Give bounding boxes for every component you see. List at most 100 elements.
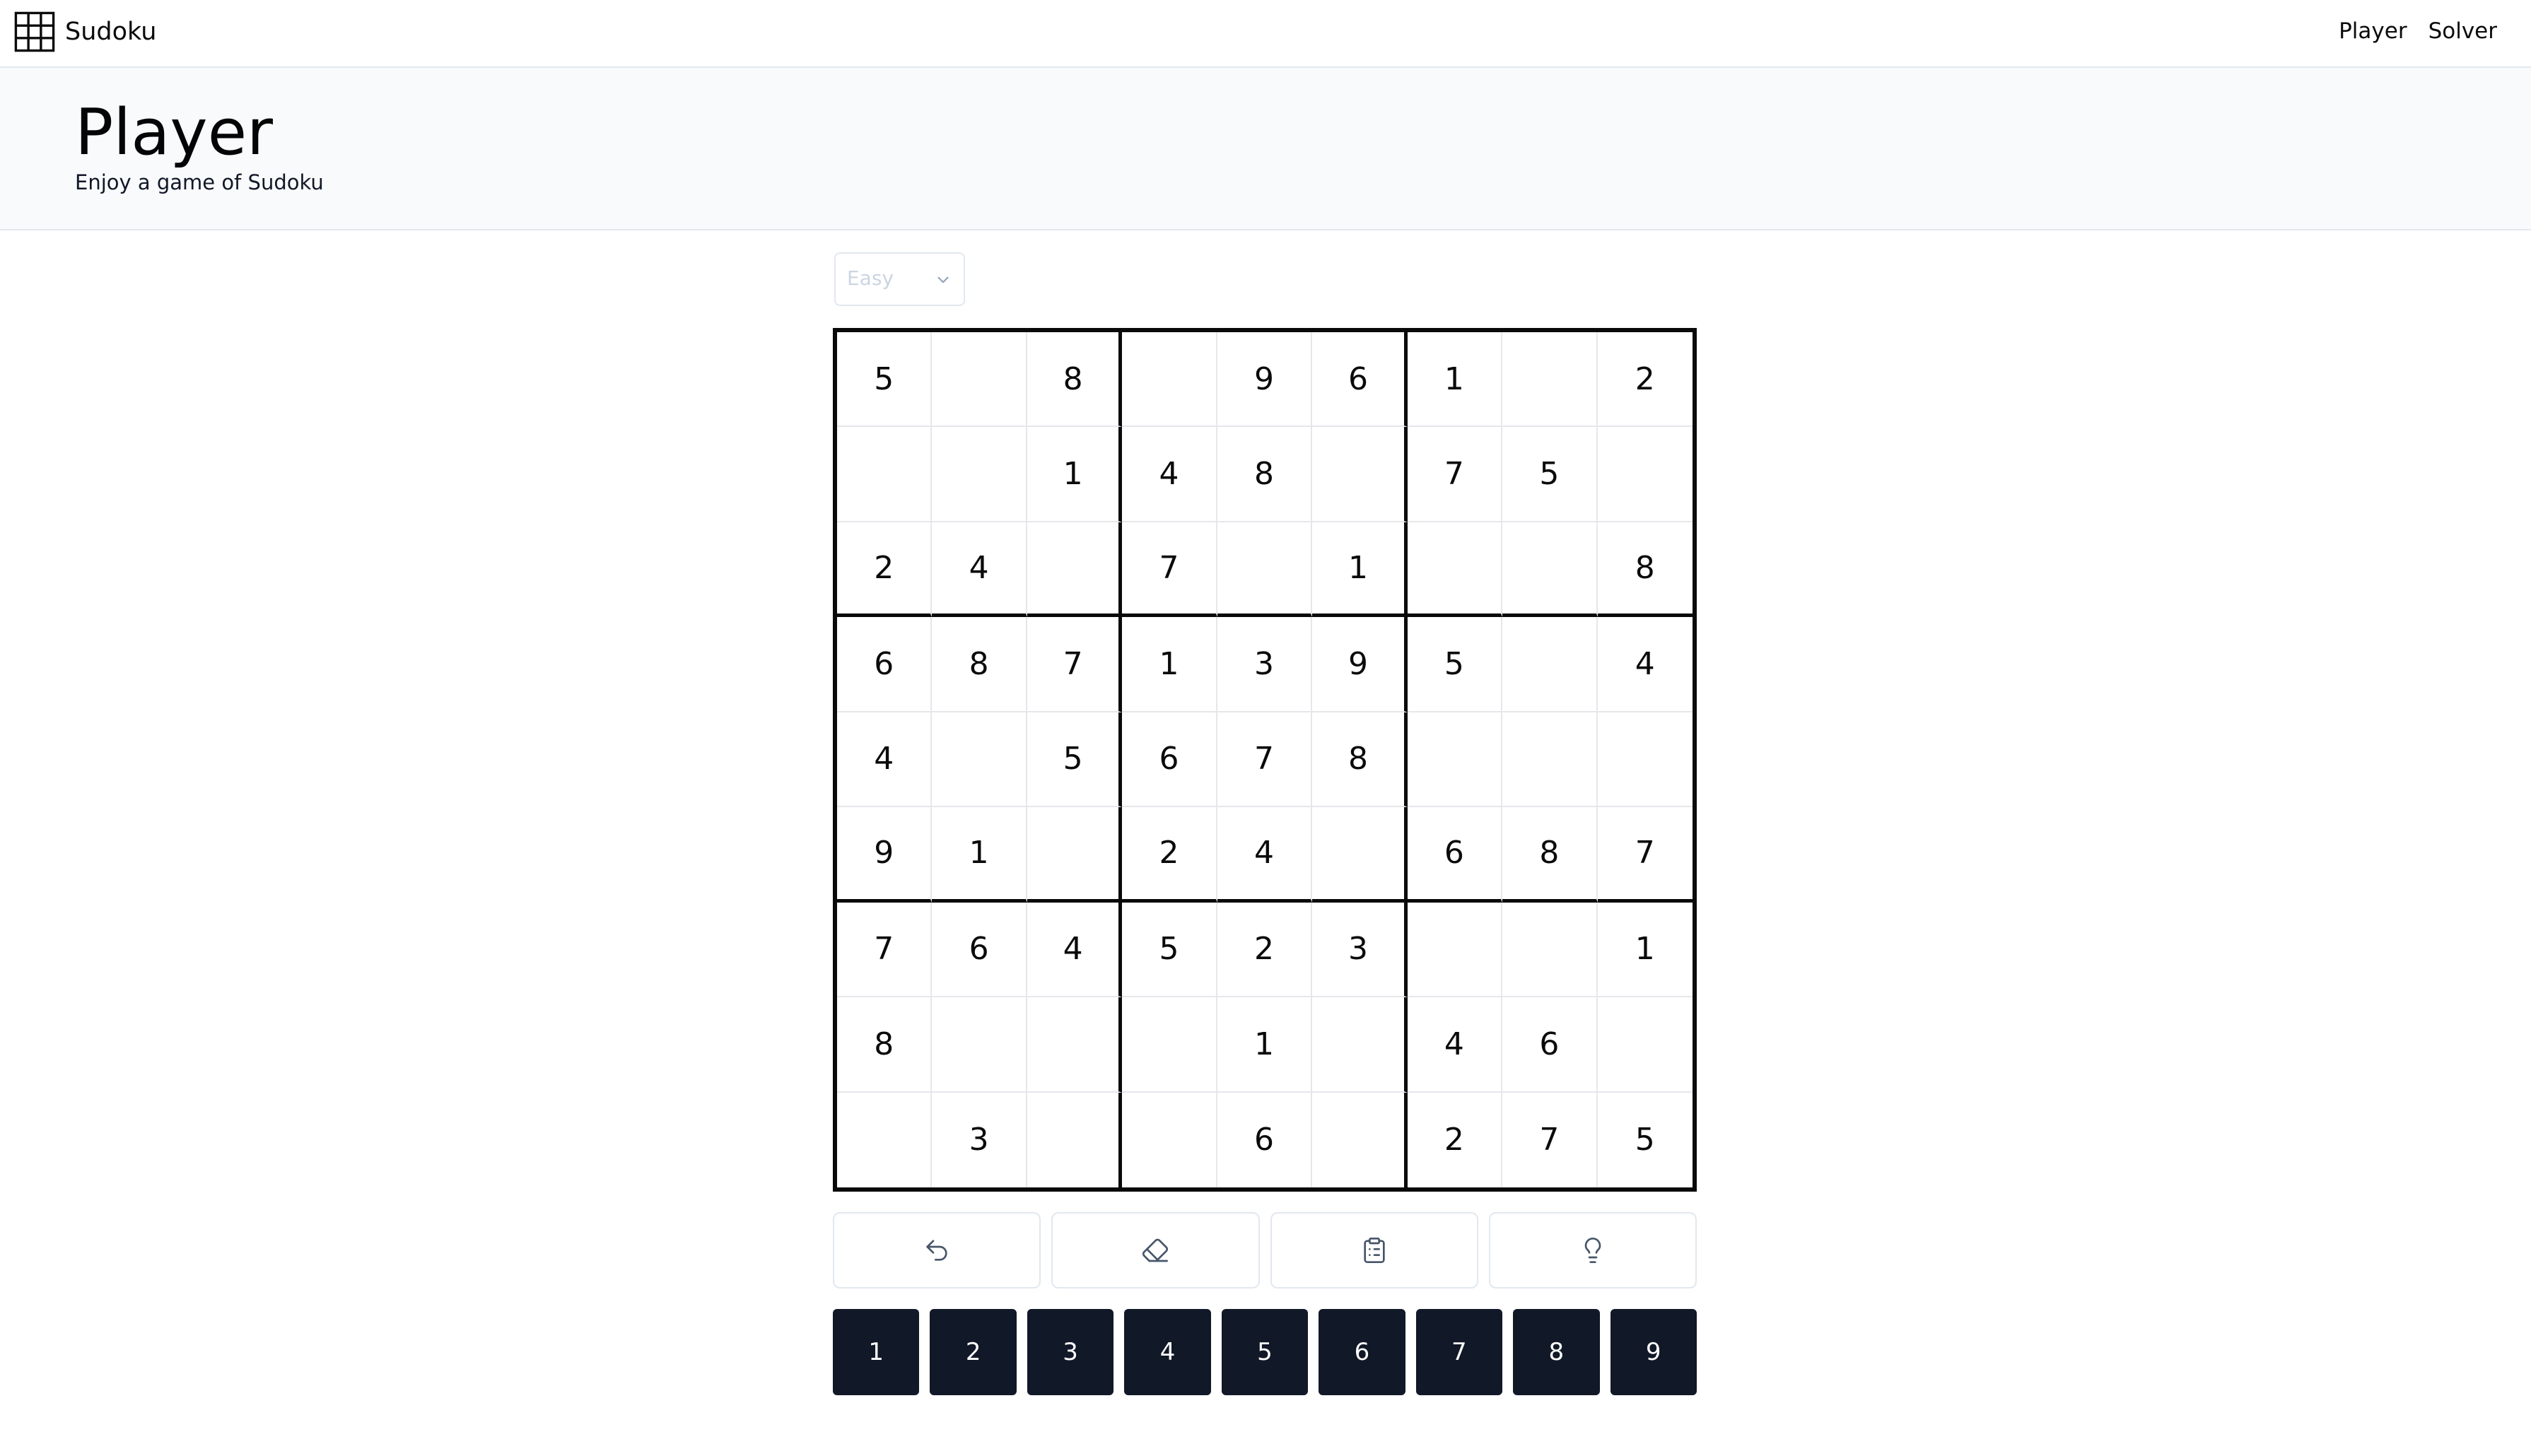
sudoku-cell-r5c6[interactable]: 8 (1312, 712, 1408, 808)
sudoku-cell-r5c7[interactable] (1407, 712, 1503, 808)
sudoku-cell-r9c8[interactable]: 7 (1502, 1092, 1598, 1187)
sudoku-cell-r9c1[interactable] (837, 1092, 933, 1187)
sudoku-cell-r6c3[interactable] (1027, 807, 1123, 903)
sudoku-cell-r5c9[interactable] (1597, 712, 1693, 808)
sudoku-cell-r8c9[interactable] (1597, 997, 1693, 1093)
sudoku-cell-r4c4[interactable]: 1 (1122, 617, 1217, 712)
sudoku-cell-r9c9[interactable]: 5 (1598, 1093, 1693, 1187)
sudoku-cell-r9c3[interactable] (1027, 1092, 1123, 1187)
sudoku-cell-r2c9[interactable] (1597, 427, 1693, 522)
sudoku-cell-r1c1[interactable]: 5 (837, 332, 933, 428)
sudoku-cell-r3c7[interactable] (1407, 522, 1503, 618)
sudoku-cell-r7c3[interactable]: 4 (1027, 902, 1123, 998)
number-button-8[interactable]: 8 (1513, 1309, 1600, 1395)
sudoku-cell-r1c8[interactable] (1502, 332, 1598, 428)
sudoku-cell-r3c3[interactable] (1027, 522, 1123, 618)
sudoku-cell-r6c2[interactable]: 1 (932, 807, 1027, 903)
number-button-4[interactable]: 4 (1124, 1309, 1211, 1395)
sudoku-cell-r6c5[interactable]: 4 (1217, 807, 1313, 903)
sudoku-cell-r1c3[interactable]: 8 (1027, 332, 1123, 428)
sudoku-cell-r3c6[interactable]: 1 (1312, 522, 1408, 618)
sudoku-cell-r7c7[interactable] (1407, 902, 1503, 998)
number-button-1[interactable]: 1 (833, 1309, 920, 1395)
sudoku-cell-r8c1[interactable]: 8 (837, 997, 933, 1093)
sudoku-cell-r3c9[interactable]: 8 (1597, 522, 1693, 618)
undo-button[interactable] (833, 1212, 1041, 1288)
sudoku-cell-r1c2[interactable] (932, 332, 1027, 428)
sudoku-cell-r8c4[interactable] (1122, 997, 1217, 1093)
sudoku-cell-r3c2[interactable]: 4 (932, 522, 1027, 618)
sudoku-cell-r1c7[interactable]: 1 (1407, 332, 1503, 428)
sudoku-cell-r8c3[interactable] (1027, 997, 1123, 1093)
sudoku-cell-r3c4[interactable]: 7 (1122, 522, 1217, 618)
sudoku-cell-r3c8[interactable] (1502, 522, 1598, 618)
sudoku-cell-r8c6[interactable] (1312, 997, 1408, 1093)
sudoku-cell-r8c8[interactable]: 6 (1502, 997, 1598, 1093)
sudoku-cell-r2c6[interactable] (1312, 427, 1408, 522)
sudoku-cell-r7c4[interactable]: 5 (1122, 902, 1217, 998)
sudoku-cell-r4c5[interactable]: 3 (1217, 617, 1313, 712)
sudoku-cell-r4c9[interactable]: 4 (1597, 617, 1693, 712)
sudoku-cell-r1c4[interactable] (1122, 332, 1217, 428)
sudoku-cell-r6c8[interactable]: 8 (1502, 807, 1598, 903)
sudoku-cell-r7c5[interactable]: 2 (1217, 902, 1313, 998)
sudoku-cell-r9c4[interactable] (1122, 1092, 1217, 1187)
sudoku-cell-r4c7[interactable]: 5 (1407, 617, 1503, 712)
sudoku-cell-r4c6[interactable]: 9 (1312, 617, 1408, 712)
sudoku-cell-r8c5[interactable]: 1 (1217, 997, 1313, 1093)
sudoku-cell-r4c8[interactable] (1502, 617, 1598, 712)
notes-icon (1363, 1238, 1385, 1263)
sudoku-cell-r2c4[interactable]: 4 (1122, 427, 1217, 522)
sudoku-cell-r2c8[interactable]: 5 (1502, 427, 1598, 522)
brand-link[interactable]: Sudoku (14, 11, 156, 52)
number-button-5[interactable]: 5 (1221, 1309, 1309, 1395)
number-button-3[interactable]: 3 (1027, 1309, 1114, 1395)
sudoku-cell-r7c6[interactable]: 3 (1312, 902, 1408, 998)
sudoku-cell-r9c2[interactable]: 3 (932, 1092, 1027, 1187)
sudoku-cell-r3c5[interactable] (1217, 522, 1313, 618)
sudoku-cell-r7c2[interactable]: 6 (932, 902, 1027, 998)
notes-button[interactable] (1270, 1212, 1478, 1288)
erase-button[interactable] (1051, 1212, 1260, 1288)
sudoku-cell-r7c9[interactable]: 1 (1597, 903, 1693, 998)
difficulty-select[interactable]: Easy (834, 252, 965, 306)
nav-link-player[interactable]: Player (2339, 16, 2407, 47)
sudoku-cell-r5c3[interactable]: 5 (1027, 712, 1123, 808)
sudoku-cell-r5c8[interactable] (1502, 712, 1598, 808)
sudoku-cell-r5c2[interactable] (932, 712, 1027, 808)
sudoku-cell-r2c2[interactable] (932, 427, 1027, 522)
sudoku-cell-r4c1[interactable]: 6 (837, 617, 933, 712)
number-button-9[interactable]: 9 (1610, 1309, 1697, 1395)
sudoku-cell-r9c7[interactable]: 2 (1408, 1092, 1503, 1187)
sudoku-cell-r5c5[interactable]: 7 (1217, 712, 1313, 808)
sudoku-cell-r6c1[interactable]: 9 (837, 807, 933, 903)
number-button-2[interactable]: 2 (930, 1309, 1017, 1395)
sudoku-cell-r6c4[interactable]: 2 (1122, 807, 1217, 903)
nav-link-solver[interactable]: Solver (2428, 16, 2497, 47)
sudoku-cell-r2c7[interactable]: 7 (1407, 427, 1503, 522)
sudoku-cell-r6c7[interactable]: 6 (1407, 807, 1503, 903)
sudoku-cell-r8c2[interactable] (932, 997, 1027, 1093)
number-button-6[interactable]: 6 (1319, 1309, 1405, 1395)
sudoku-cell-r4c3[interactable]: 7 (1027, 617, 1123, 712)
sudoku-cell-r8c7[interactable]: 4 (1407, 997, 1503, 1093)
sudoku-cell-r5c1[interactable]: 4 (837, 712, 933, 808)
sudoku-cell-r1c5[interactable]: 9 (1217, 332, 1313, 428)
hint-button[interactable] (1488, 1212, 1697, 1288)
sudoku-cell-r7c8[interactable] (1502, 902, 1598, 998)
sudoku-cell-r6c6[interactable] (1312, 807, 1408, 903)
sudoku-cell-r7c1[interactable]: 7 (837, 902, 933, 998)
number-button-7[interactable]: 7 (1415, 1309, 1503, 1395)
undo-icon (926, 1240, 947, 1261)
sudoku-cell-r5c4[interactable]: 6 (1122, 712, 1217, 808)
sudoku-cell-r1c9[interactable]: 2 (1597, 332, 1693, 428)
sudoku-cell-r6c9[interactable]: 7 (1597, 807, 1693, 903)
sudoku-cell-r1c6[interactable]: 6 (1312, 332, 1408, 428)
sudoku-cell-r4c2[interactable]: 8 (932, 617, 1027, 712)
sudoku-cell-r3c1[interactable]: 2 (837, 522, 933, 618)
sudoku-cell-r9c5[interactable]: 6 (1217, 1092, 1313, 1187)
sudoku-cell-r2c1[interactable] (837, 427, 933, 522)
sudoku-cell-r2c5[interactable]: 8 (1217, 427, 1313, 522)
sudoku-cell-r9c6[interactable] (1312, 1092, 1408, 1187)
sudoku-cell-r2c3[interactable]: 1 (1027, 427, 1123, 522)
